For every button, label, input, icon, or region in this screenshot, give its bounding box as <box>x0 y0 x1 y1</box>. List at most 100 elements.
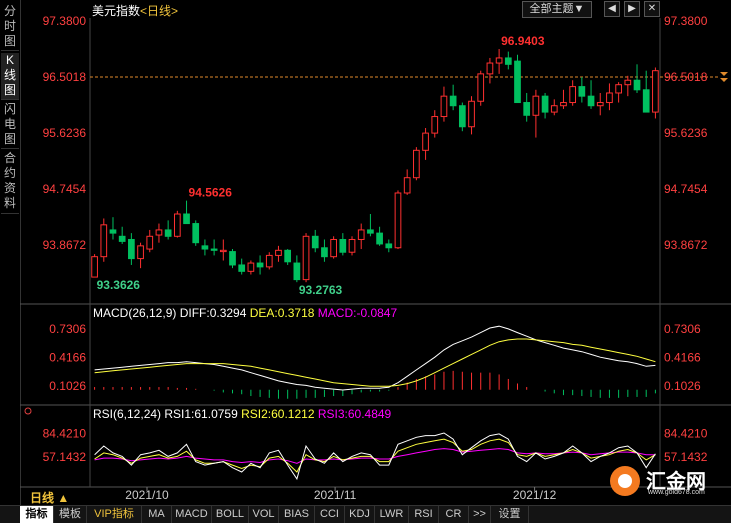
indicator-tab[interactable]: CCI <box>315 506 345 523</box>
candle-body <box>403 177 411 194</box>
macd-marks <box>94 325 656 399</box>
candle-body <box>578 86 586 97</box>
price-extreme-label: 93.3626 <box>97 278 141 292</box>
candle-body <box>606 92 613 104</box>
y-tick-label-right: 96.5018 <box>664 70 708 84</box>
next-button[interactable]: ▶ <box>624 1 640 17</box>
candle-body <box>468 100 475 128</box>
rsi-y-tick-right: 57.1432 <box>664 450 708 464</box>
period-selector[interactable]: 日线 ▲ <box>30 489 69 506</box>
candle-body <box>587 95 595 107</box>
candle-body <box>550 105 558 113</box>
indicator-tab[interactable]: MACD <box>172 506 212 523</box>
macd-y-tick-left: 0.4166 <box>49 350 86 364</box>
candle-body <box>532 95 540 116</box>
candle-body <box>514 60 521 104</box>
chart-title: 美元指数<日线> <box>92 2 178 19</box>
price-extreme-label: 93.2763 <box>299 283 343 297</box>
candle-body <box>256 262 264 268</box>
rsi-header: RSI(6,12,24) RSI1:61.0759 RSI2:60.1212 R… <box>93 407 392 421</box>
candle-body <box>569 86 577 104</box>
y-tick-label-right: 95.6236 <box>664 126 708 140</box>
candle-body <box>146 235 154 250</box>
y-tick-label-left: 94.7454 <box>43 182 87 196</box>
indicator-tab[interactable]: >> <box>469 506 491 523</box>
candle-body <box>155 229 163 236</box>
indicator-tab[interactable]: KDJ <box>345 506 375 523</box>
indicator-tab[interactable]: RSI <box>409 506 439 523</box>
y-tick-label-left: 93.8672 <box>43 238 87 252</box>
macd-header: MACD(26,12,9) DIFF:0.3294 DEA:0.3718 MAC… <box>93 306 397 320</box>
chart-labels: 97.3800 97.380096.5018 96.501895.6236 95.62… <box>24 14 708 502</box>
candle-body <box>284 249 292 263</box>
rsi-settings-icon <box>24 407 32 415</box>
candle-body <box>265 254 273 268</box>
candle-body <box>183 213 190 225</box>
indicator-tab[interactable]: LWR <box>375 506 409 523</box>
macd-y-tick-left: 0.1026 <box>49 379 86 393</box>
indicator-tab[interactable]: 模板 <box>54 506 87 523</box>
candle-body <box>642 89 650 113</box>
header-bar: 美元指数<日线> 全部主题▼ ◀ ▶ ✕ <box>22 0 731 18</box>
candle-body <box>128 238 135 260</box>
macd-y-tick-right: 0.4166 <box>664 350 701 364</box>
candle-body <box>173 213 181 237</box>
rsi-y-tick-left: 57.1432 <box>43 450 87 464</box>
candle-body <box>91 256 98 278</box>
chart-area[interactable]: 97.3800 97.380096.5018 96.501895.6236 95.62… <box>0 0 731 505</box>
candle-body <box>293 262 301 281</box>
indicator-tab[interactable]: BOLL <box>212 506 249 523</box>
macd-diff-line <box>94 325 656 391</box>
candle-body <box>137 245 144 260</box>
instrument-name: 美元指数 <box>92 4 141 18</box>
indicator-tab[interactable]: VOL <box>249 506 279 523</box>
candle-body <box>100 224 108 258</box>
period-tag: <日线> <box>140 4 179 18</box>
indicator-tab[interactable]: CR <box>439 506 469 523</box>
candle-body <box>164 229 172 237</box>
prev-button[interactable]: ◀ <box>604 1 620 17</box>
y-tick-label-left: 96.5018 <box>43 70 87 84</box>
candle-body <box>275 249 282 256</box>
candle-body <box>477 73 485 102</box>
rsi2-line <box>94 438 656 473</box>
macd-y-tick-right: 0.1026 <box>664 379 701 393</box>
close-button[interactable]: ✕ <box>644 1 660 17</box>
rsi-y-tick-left: 84.4210 <box>43 427 87 441</box>
candle-body <box>523 102 531 116</box>
theme-selector-button[interactable]: 全部主题▼ <box>522 1 592 18</box>
candle-body <box>541 95 549 113</box>
price-extreme-label: 96.9403 <box>501 34 545 48</box>
candle-body <box>394 192 402 249</box>
candle-body <box>210 248 218 251</box>
indicator-tab[interactable]: VIP指标 <box>87 506 142 523</box>
candle-body <box>247 262 255 272</box>
candle-body <box>238 264 246 272</box>
indicator-tab-bar: 指标 模板 VIP指标 MA MACD BOLL VOL BIAS CCI KDJ LWR RSI CR… <box>0 505 731 523</box>
candle-body <box>109 229 117 234</box>
candle-body <box>449 95 457 107</box>
y-tick-label-right: 93.8672 <box>664 238 708 252</box>
candle-body <box>504 57 512 65</box>
candle-body <box>376 232 383 245</box>
candle-body <box>431 116 439 134</box>
indicator-tab[interactable]: MA <box>142 506 172 523</box>
logo-url: www.gold678.com <box>648 489 705 496</box>
candle-body <box>118 235 126 242</box>
candle-body <box>486 62 494 75</box>
candle-body <box>330 238 337 258</box>
rsi-marks <box>94 432 656 481</box>
price-extreme-label: 94.5626 <box>189 186 233 200</box>
indicator-tab[interactable]: BIAS <box>279 506 315 523</box>
candle-body <box>495 57 503 64</box>
macd-y-tick-left: 0.7306 <box>49 322 86 336</box>
candle-body <box>357 229 365 240</box>
candle-body <box>652 70 659 113</box>
candle-body <box>615 84 622 94</box>
indicator-tab[interactable]: 设置 <box>491 506 529 523</box>
indicator-tab[interactable]: 指标 <box>20 506 54 523</box>
candle-body <box>339 238 347 253</box>
candle-body <box>624 79 632 86</box>
macd-y-tick-right: 0.7306 <box>664 322 701 336</box>
candle-body <box>321 247 328 258</box>
